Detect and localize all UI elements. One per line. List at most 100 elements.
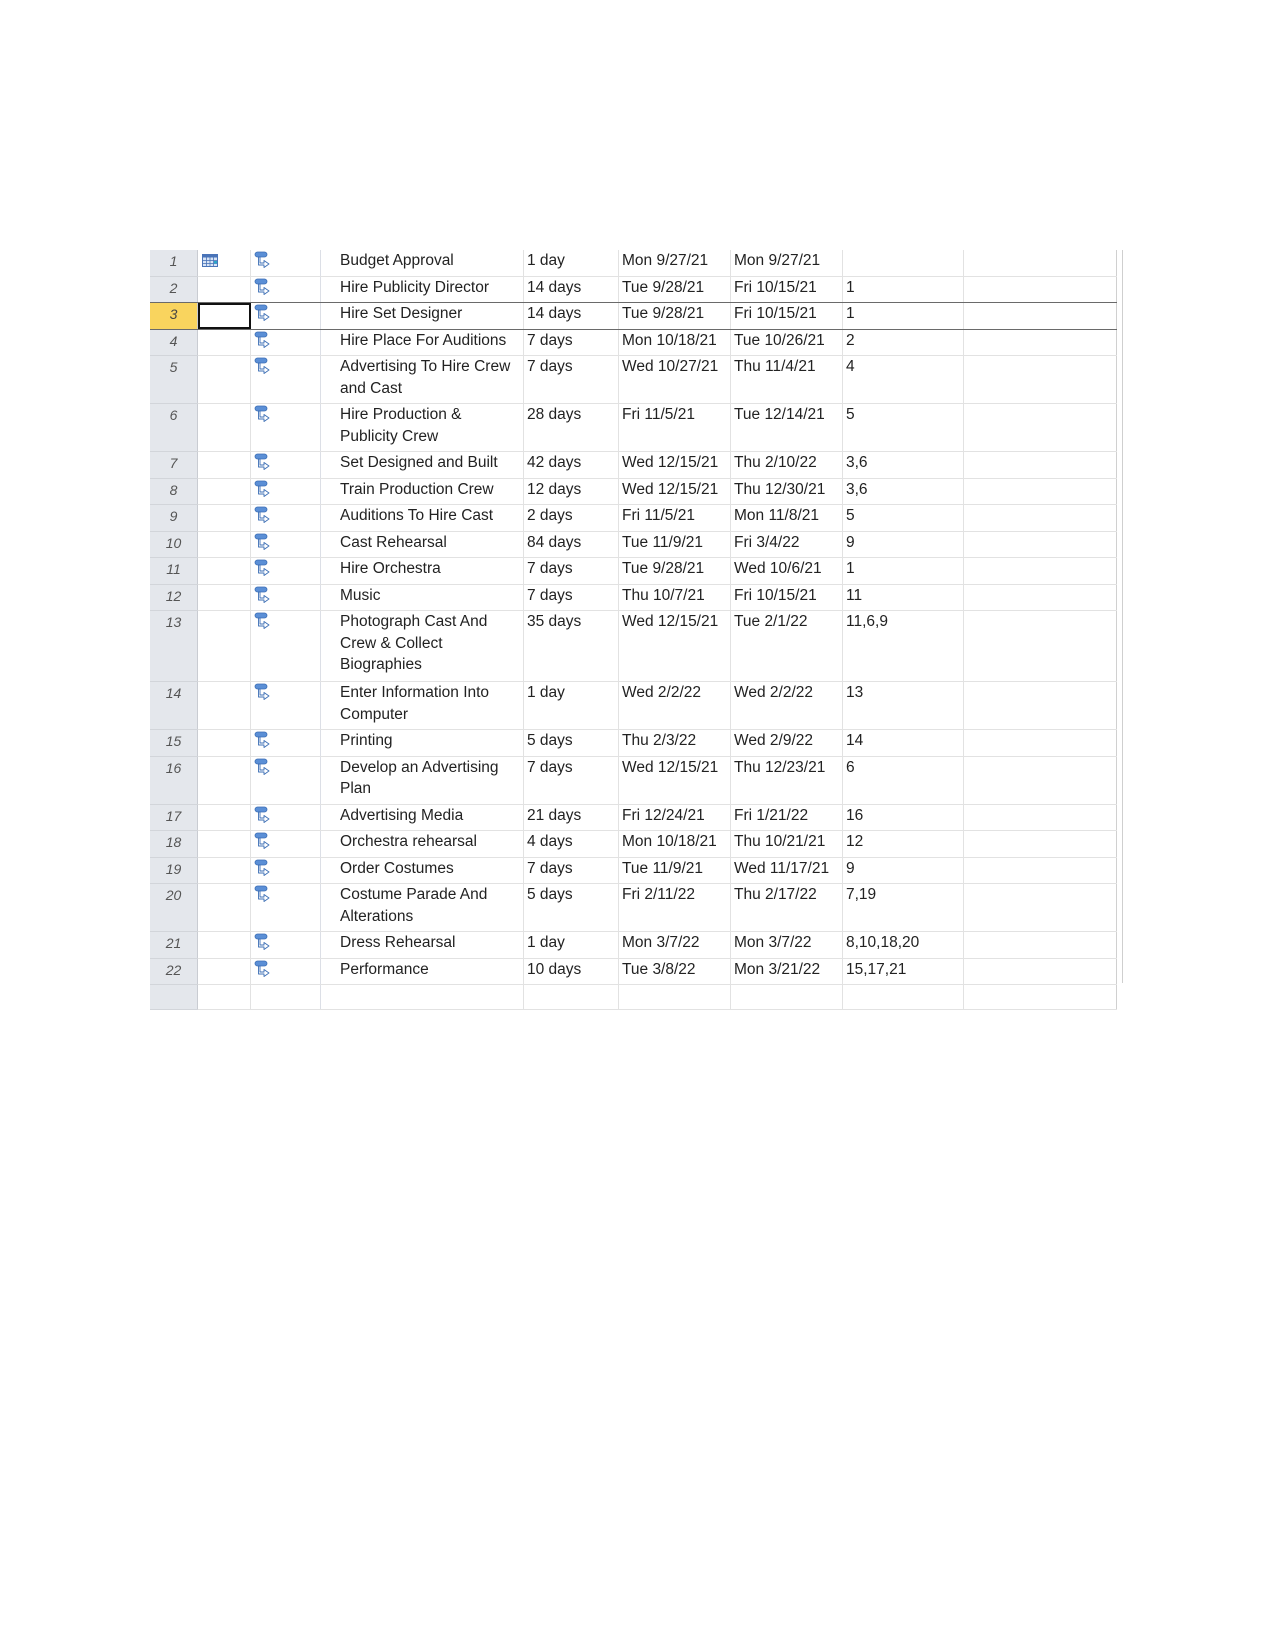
indicator-cell[interactable] [197, 504, 251, 532]
start-cell[interactable]: Mon 9/27/21 [618, 250, 731, 277]
finish-cell[interactable]: Wed 11/17/21 [730, 857, 843, 884]
task-mode-cell[interactable] [250, 958, 321, 985]
predecessors-cell[interactable]: 1 [842, 276, 964, 303]
duration-cell[interactable]: 1 day [523, 681, 619, 730]
start-cell[interactable]: Wed 12/15/21 [618, 756, 731, 805]
table-row[interactable]: 15 Printing 5 days Thu 2/3/22 Wed 2/9/22… [150, 729, 1117, 757]
duration-cell[interactable]: 7 days [523, 355, 619, 404]
task-name-cell[interactable]: Music [320, 584, 524, 611]
start-cell[interactable]: Mon 10/18/21 [618, 329, 731, 356]
task-name-cell[interactable]: Develop an Advertising Plan [320, 756, 524, 805]
start-cell[interactable]: Tue 9/28/21 [618, 557, 731, 585]
predecessors-cell[interactable]: 1 [842, 302, 964, 330]
finish-cell[interactable]: Wed 2/9/22 [730, 729, 843, 757]
duration-cell[interactable]: 21 days [523, 804, 619, 831]
duration-cell[interactable]: 1 day [523, 931, 619, 959]
finish-cell[interactable]: Mon 3/7/22 [730, 931, 843, 959]
row-id[interactable]: 17 [150, 804, 198, 831]
start-cell[interactable]: Tue 11/9/21 [618, 857, 731, 884]
predecessors-cell[interactable]: 1 [842, 557, 964, 585]
empty-column-cell[interactable] [963, 451, 1117, 479]
finish-cell[interactable]: Thu 11/4/21 [730, 355, 843, 404]
empty-column-cell[interactable] [963, 958, 1117, 985]
start-cell[interactable]: Wed 2/2/22 [618, 681, 731, 730]
task-name-cell[interactable]: Enter Information Into Computer [320, 681, 524, 730]
finish-cell[interactable]: Thu 2/10/22 [730, 451, 843, 479]
start-cell[interactable]: Fri 11/5/21 [618, 403, 731, 452]
start-cell[interactable]: Wed 10/27/21 [618, 355, 731, 404]
row-id[interactable]: 11 [150, 557, 198, 585]
predecessors-cell[interactable] [842, 984, 964, 1010]
duration-cell[interactable]: 14 days [523, 276, 619, 303]
row-id[interactable]: 21 [150, 931, 198, 959]
duration-cell[interactable]: 7 days [523, 756, 619, 805]
task-name-cell[interactable]: Set Designed and Built [320, 451, 524, 479]
table-row[interactable]: 16 Develop an Advertising Plan 7 days We… [150, 756, 1117, 805]
row-id[interactable]: 9 [150, 504, 198, 532]
task-name-cell[interactable]: Advertising To Hire Crew and Cast [320, 355, 524, 404]
predecessors-cell[interactable] [842, 250, 964, 277]
empty-column-cell[interactable] [963, 729, 1117, 757]
empty-column-cell[interactable] [963, 478, 1117, 505]
predecessors-cell[interactable]: 11 [842, 584, 964, 611]
task-mode-cell[interactable] [250, 830, 321, 858]
task-mode-cell[interactable] [250, 984, 321, 1010]
duration-cell[interactable]: 7 days [523, 584, 619, 611]
finish-cell[interactable]: Wed 10/6/21 [730, 557, 843, 585]
duration-cell[interactable]: 5 days [523, 883, 619, 932]
table-row[interactable]: 12 Music 7 days Thu 10/7/21 Fri 10/15/21… [150, 584, 1117, 611]
task-mode-cell[interactable] [250, 857, 321, 884]
duration-cell[interactable] [523, 984, 619, 1010]
duration-cell[interactable]: 42 days [523, 451, 619, 479]
duration-cell[interactable]: 7 days [523, 857, 619, 884]
task-name-cell[interactable]: Hire Orchestra [320, 557, 524, 585]
predecessors-cell[interactable]: 9 [842, 857, 964, 884]
row-id[interactable]: 19 [150, 857, 198, 884]
task-mode-cell[interactable] [250, 729, 321, 757]
row-id[interactable]: 10 [150, 531, 198, 558]
indicator-cell[interactable] [197, 729, 251, 757]
start-cell[interactable] [618, 984, 731, 1010]
empty-column-cell[interactable] [963, 756, 1117, 805]
row-id[interactable]: 6 [150, 403, 198, 452]
task-name-cell[interactable]: Train Production Crew [320, 478, 524, 505]
finish-cell[interactable] [730, 984, 843, 1010]
empty-column-cell[interactable] [963, 610, 1117, 682]
empty-column-cell[interactable] [963, 355, 1117, 404]
empty-table-row[interactable] [150, 984, 1117, 1010]
row-id[interactable]: 18 [150, 830, 198, 858]
row-id[interactable]: 13 [150, 610, 198, 682]
indicator-cell[interactable] [197, 804, 251, 831]
task-mode-cell[interactable] [250, 478, 321, 505]
finish-cell[interactable]: Wed 2/2/22 [730, 681, 843, 730]
predecessors-cell[interactable]: 5 [842, 504, 964, 532]
empty-column-cell[interactable] [963, 830, 1117, 858]
finish-cell[interactable]: Mon 3/21/22 [730, 958, 843, 985]
duration-cell[interactable]: 7 days [523, 557, 619, 585]
task-name-cell[interactable]: Photograph Cast And Crew & Collect Biogr… [320, 610, 524, 682]
task-mode-cell[interactable] [250, 681, 321, 730]
task-mode-cell[interactable] [250, 883, 321, 932]
indicator-cell[interactable] [197, 451, 251, 479]
empty-column-cell[interactable] [963, 584, 1117, 611]
indicator-cell[interactable] [197, 478, 251, 505]
indicator-cell[interactable] [197, 584, 251, 611]
indicator-cell[interactable] [197, 681, 251, 730]
predecessors-cell[interactable]: 7,19 [842, 883, 964, 932]
indicator-cell[interactable] [197, 355, 251, 404]
start-cell[interactable]: Fri 11/5/21 [618, 504, 731, 532]
row-id[interactable]: 16 [150, 756, 198, 805]
start-cell[interactable]: Wed 12/15/21 [618, 610, 731, 682]
table-row[interactable]: 18 Orchestra rehearsal 4 days Mon 10/18/… [150, 830, 1117, 858]
table-row[interactable]: 1 Budget Approval 1 day Mon 9/27/21 Mon … [150, 250, 1117, 277]
task-mode-cell[interactable] [250, 610, 321, 682]
start-cell[interactable]: Thu 2/3/22 [618, 729, 731, 757]
duration-cell[interactable]: 5 days [523, 729, 619, 757]
predecessors-cell[interactable]: 2 [842, 329, 964, 356]
task-mode-cell[interactable] [250, 302, 321, 330]
empty-column-cell[interactable] [963, 557, 1117, 585]
start-cell[interactable]: Tue 3/8/22 [618, 958, 731, 985]
indicator-cell[interactable] [197, 531, 251, 558]
task-mode-cell[interactable] [250, 931, 321, 959]
finish-cell[interactable]: Fri 10/15/21 [730, 276, 843, 303]
